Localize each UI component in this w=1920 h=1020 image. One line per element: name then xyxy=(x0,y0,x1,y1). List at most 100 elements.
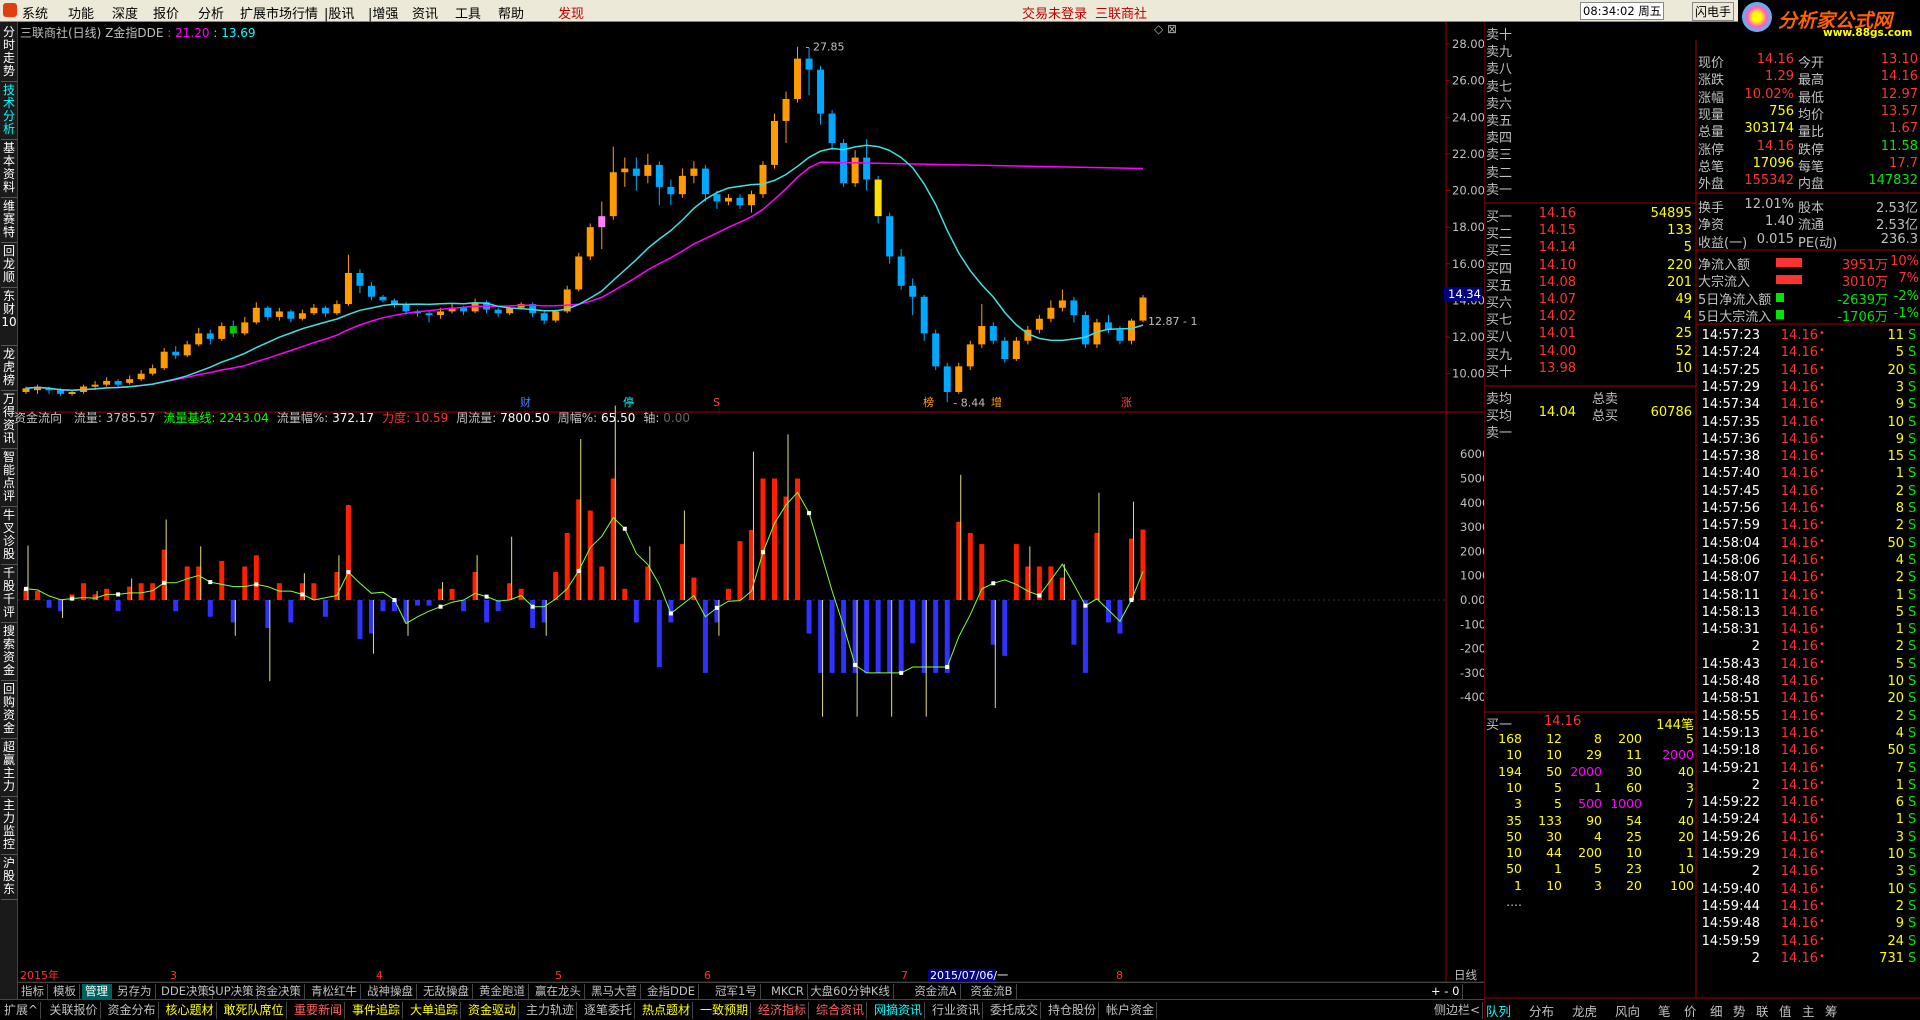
flash-trade-button[interactable]: 闪电手 xyxy=(1692,2,1735,21)
left-tab[interactable]: 基本资料 xyxy=(1,142,17,198)
left-tab[interactable]: 超赢主力 xyxy=(1,741,17,797)
candle-body xyxy=(782,98,790,121)
left-tab[interactable]: 搜索资金 xyxy=(1,625,17,681)
left-tab[interactable]: 牛叉诊股 xyxy=(1,509,17,565)
win-close-icon[interactable] xyxy=(1164,0,1176,12)
sidebar-toggle[interactable]: 侧边栏< xyxy=(1432,1002,1484,1019)
login-status[interactable]: 交易未登录 xyxy=(1022,3,1087,22)
rp-tab[interactable]: 风向 xyxy=(1615,1001,1640,1020)
flow-point xyxy=(484,594,489,599)
indicator-tab[interactable]: SUP决策 xyxy=(205,984,258,999)
info-tab[interactable]: 逐笔委托 xyxy=(582,1002,636,1019)
rp-tab[interactable]: 龙虎 xyxy=(1572,1001,1597,1020)
indicator-tab[interactable]: 黑马大营 xyxy=(588,984,641,999)
info-tab[interactable]: 一致预期 xyxy=(698,1002,752,1019)
indicator-tab[interactable]: 资金流A xyxy=(911,984,961,999)
info-tab[interactable]: 网摘资讯 xyxy=(872,1002,926,1019)
left-tab[interactable]: 分时走势 xyxy=(1,26,17,82)
left-tab[interactable]: 技术分析 xyxy=(1,84,17,140)
left-tab[interactable]: 维赛特 xyxy=(1,200,17,243)
left-tab[interactable]: 沪股东 xyxy=(1,857,17,900)
indicator-tab[interactable]: 青松红牛 xyxy=(308,984,361,999)
info-tab[interactable]: 扩展^ xyxy=(2,1002,42,1019)
event-marker[interactable]: S xyxy=(713,396,720,409)
menu-item[interactable]: 深度 xyxy=(112,3,138,22)
rp-tab[interactable]: 价 xyxy=(1684,1001,1697,1020)
event-marker[interactable]: 涨 xyxy=(1121,396,1132,409)
indicator-tab[interactable]: 资金决策 xyxy=(252,984,305,999)
menu-item[interactable]: 工具 xyxy=(455,3,481,22)
indicator-tab[interactable]: 黄金跑道 xyxy=(476,984,529,999)
indicator-tab[interactable]: 模板 xyxy=(50,984,80,999)
event-marker[interactable]: 财 xyxy=(520,395,531,409)
rp-tab[interactable]: 笔 xyxy=(1658,1001,1671,1020)
rp-tab[interactable]: 队列 xyxy=(1486,1001,1511,1020)
tick-flag: S xyxy=(1908,570,1917,586)
event-marker[interactable]: 榜 xyxy=(923,395,934,409)
indicator-tab[interactable]: 资金流B xyxy=(967,984,1017,999)
info-tab[interactable]: 关联报价 xyxy=(48,1002,101,1019)
indicator-tab[interactable]: 管理 xyxy=(82,984,112,999)
queue-cell: 54 xyxy=(1626,812,1642,828)
tick-flag: S xyxy=(1908,950,1917,966)
info-tab[interactable]: 重要新闻 xyxy=(292,1002,346,1019)
left-tab[interactable]: 主力监控 xyxy=(1,799,17,855)
menu-item[interactable]: |增强 xyxy=(368,3,398,22)
indicator-tab[interactable]: 另存为 xyxy=(114,984,156,999)
rp-tab[interactable]: 分布 xyxy=(1529,1001,1554,1020)
info-tab[interactable]: 大单追踪 xyxy=(408,1002,462,1019)
info-tab[interactable]: 事件追踪 xyxy=(350,1002,404,1019)
buy-level-label: 买九 xyxy=(1486,347,1513,363)
menu-item[interactable]: 分析 xyxy=(198,3,224,22)
period-label[interactable]: 日线 xyxy=(1454,968,1477,982)
menu-item[interactable]: |股讯 xyxy=(324,3,354,22)
indicator-tab[interactable]: 大盘60分钟K线 xyxy=(807,984,894,999)
info-tab[interactable]: 帐户资金 xyxy=(1104,1002,1158,1019)
info-tab[interactable]: 行业资讯 xyxy=(930,1002,984,1019)
tab-scroll-controls[interactable]: + - 0 xyxy=(1428,984,1464,999)
indicator-tab[interactable]: 金指DDE xyxy=(644,984,699,999)
info-tab[interactable]: 资金驱动 xyxy=(466,1002,520,1019)
info-tab[interactable]: 热点题材 xyxy=(640,1002,694,1019)
tick-price: 14.16 xyxy=(1780,622,1818,638)
rp-tab[interactable]: 势 xyxy=(1733,1001,1746,1020)
info-tab[interactable]: 主力轨迹 xyxy=(524,1002,578,1019)
menu-item[interactable]: 功能 xyxy=(68,3,94,22)
menu-item[interactable]: 报价 xyxy=(153,3,179,22)
left-tab[interactable]: 智能点评 xyxy=(1,451,17,507)
left-tab[interactable]: 龙虎榜 xyxy=(1,348,17,391)
info-tab[interactable]: 委托成交 xyxy=(988,1002,1042,1019)
indicator-tab[interactable]: 指标 xyxy=(18,984,48,999)
rp-tab[interactable]: 值 xyxy=(1779,1001,1792,1020)
menu-item[interactable]: 资讯 xyxy=(412,3,438,22)
chart-settings-icon[interactable]: ◇ ⊠ xyxy=(1154,22,1177,36)
menu-item[interactable]: 扩展市场行情 xyxy=(240,3,318,22)
event-marker[interactable]: 增 xyxy=(991,395,1002,409)
info-tab[interactable]: 敢死队席位 xyxy=(222,1002,287,1019)
info-tab[interactable]: 经济指标 xyxy=(756,1002,810,1019)
left-tab[interactable]: 回购资金 xyxy=(1,683,17,739)
info-tab[interactable]: 核心题材 xyxy=(164,1002,217,1019)
info-tab[interactable]: 资金分布 xyxy=(106,1002,159,1019)
menu-discover[interactable]: 发现 xyxy=(558,3,584,22)
indicator-tab[interactable]: 战神操盘 xyxy=(364,984,417,999)
indicator-tab[interactable]: 无敌操盘 xyxy=(420,984,473,999)
left-tab[interactable]: 回龙顺 xyxy=(1,245,17,288)
flow-bar xyxy=(518,588,524,600)
menu-item[interactable]: 帮助 xyxy=(498,3,524,22)
rp-tab[interactable]: 主 xyxy=(1802,1001,1815,1020)
indicator-tab[interactable]: MKCR xyxy=(768,984,808,999)
info-tab[interactable]: 综合资讯 xyxy=(814,1002,868,1019)
rp-tab[interactable]: 筹 xyxy=(1825,1001,1838,1020)
event-marker[interactable]: 停 xyxy=(623,395,634,409)
indicator-tab[interactable]: 赢在龙头 xyxy=(532,984,585,999)
indicator-tab[interactable]: 冠军1号 xyxy=(712,984,761,999)
left-tab[interactable]: 东财10 xyxy=(1,290,17,346)
menu-item[interactable]: 系统 xyxy=(22,3,48,22)
rp-tab[interactable]: 联 xyxy=(1756,1001,1769,1020)
left-tab[interactable]: 千股千评 xyxy=(1,567,17,623)
info-tab[interactable]: 持仓股份 xyxy=(1046,1002,1100,1019)
tick-price: 14.16 xyxy=(1780,725,1818,741)
rp-tab[interactable]: 细 xyxy=(1710,1001,1723,1020)
sell-level-label: 卖八 xyxy=(1486,62,1513,78)
